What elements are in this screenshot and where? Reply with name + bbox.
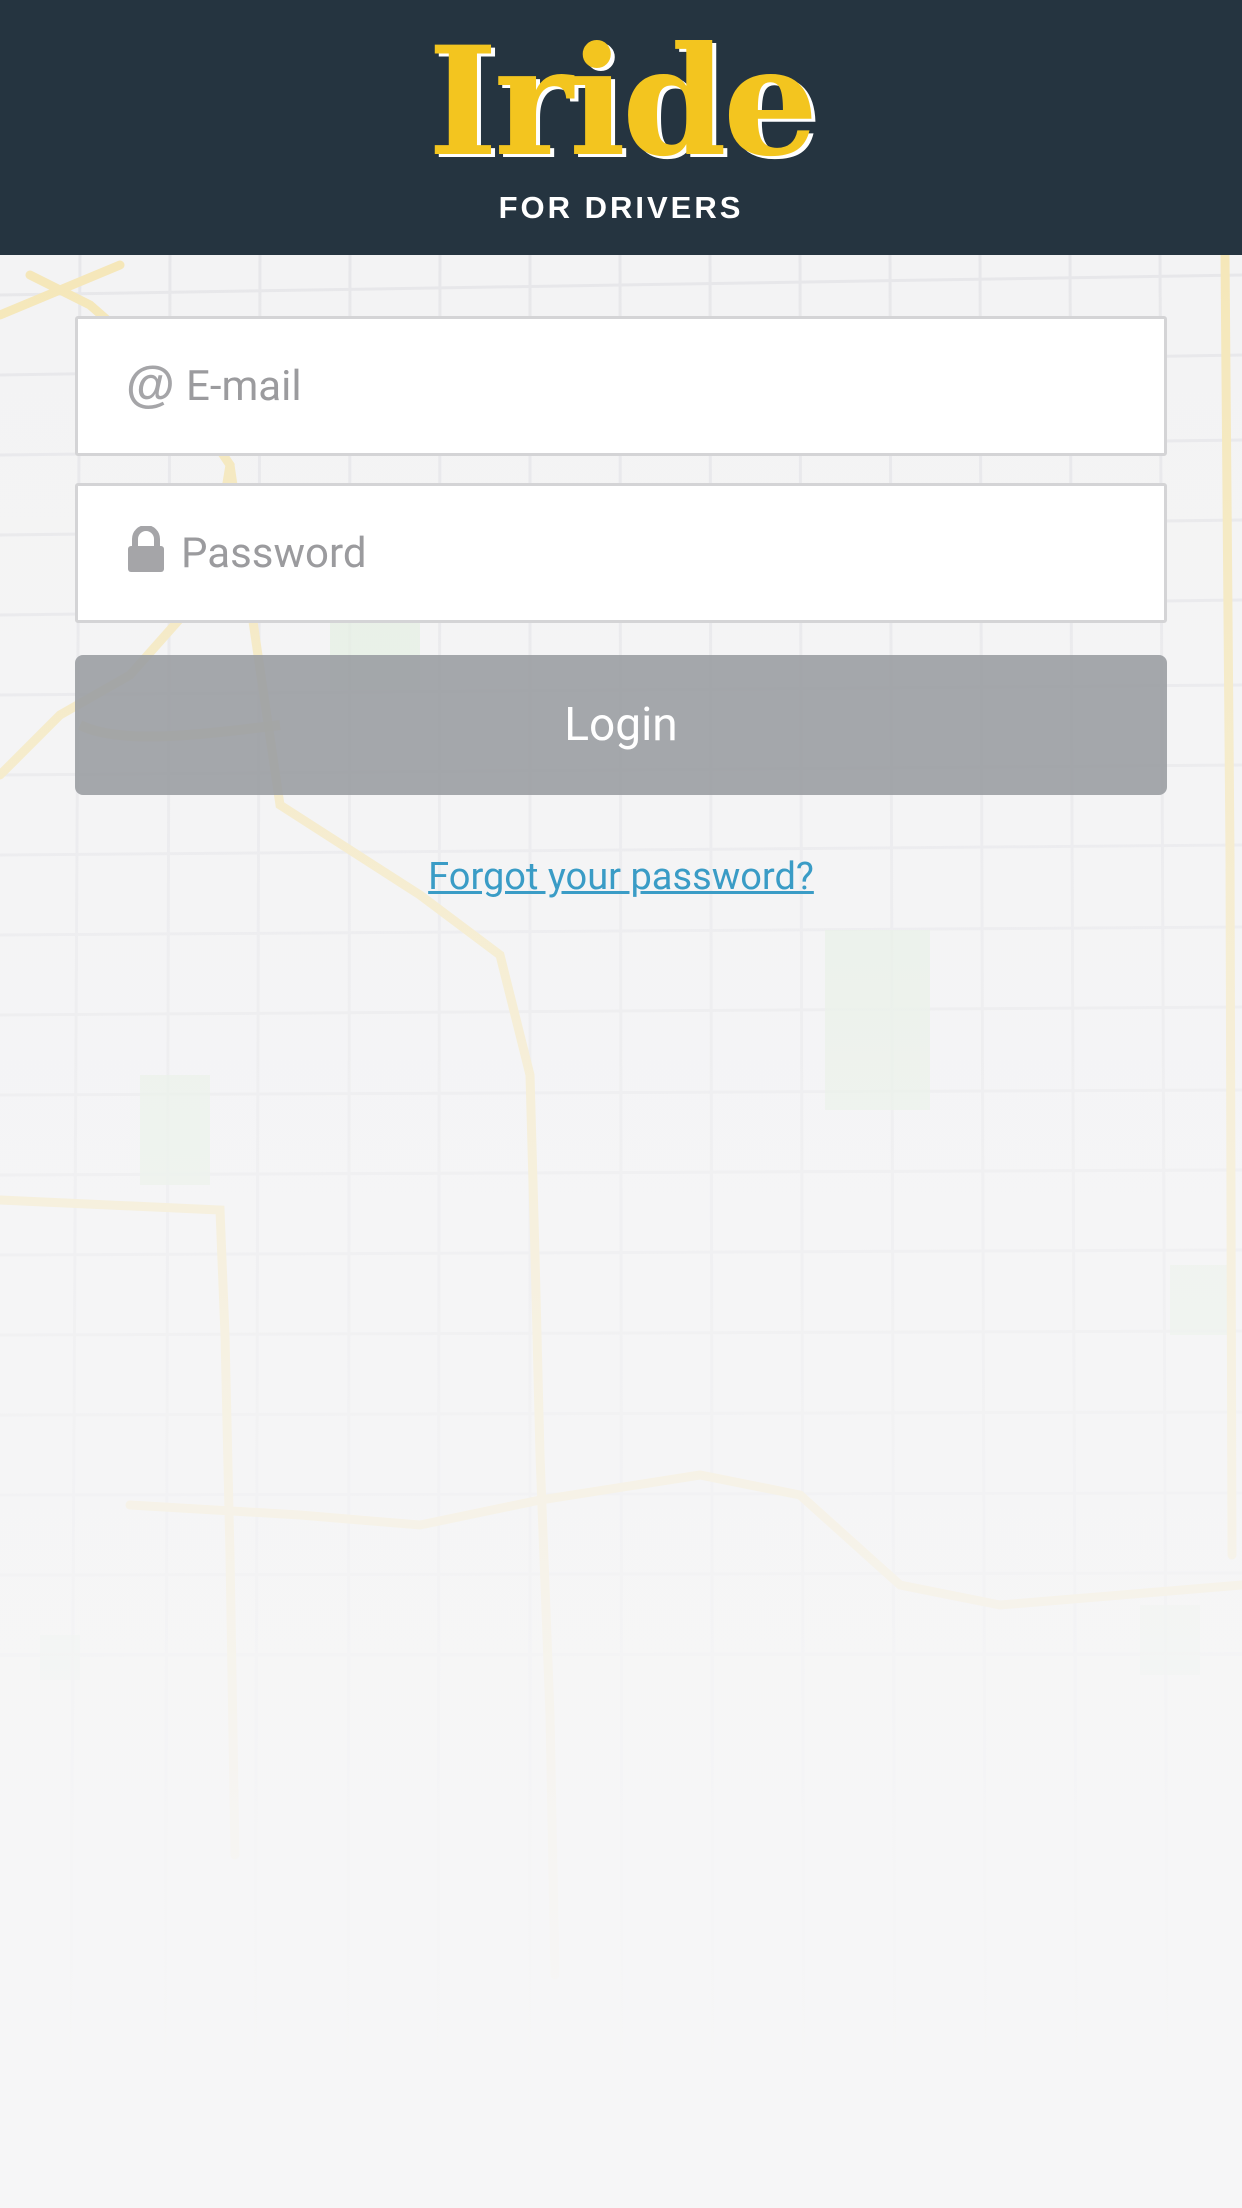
iride-logo: Iride FOR DRIVERS: [0, 0, 1242, 255]
login-screen: Iride FOR DRIVERS @ E-mail Login Forgot …: [0, 0, 1242, 2208]
logo-wordmark: Iride: [427, 14, 819, 190]
logo-subtitle: FOR DRIVERS: [498, 190, 744, 225]
login-button[interactable]: Login: [75, 655, 1167, 795]
lock-icon: [126, 525, 174, 578]
app-header: Iride FOR DRIVERS: [0, 0, 1242, 255]
password-input[interactable]: [181, 486, 1141, 620]
email-field[interactable]: @: [75, 316, 1167, 456]
email-input[interactable]: [186, 319, 1146, 453]
at-sign-icon: @: [126, 356, 175, 412]
forgot-password-link[interactable]: Forgot your password?: [0, 855, 1242, 899]
password-field[interactable]: [75, 483, 1167, 623]
